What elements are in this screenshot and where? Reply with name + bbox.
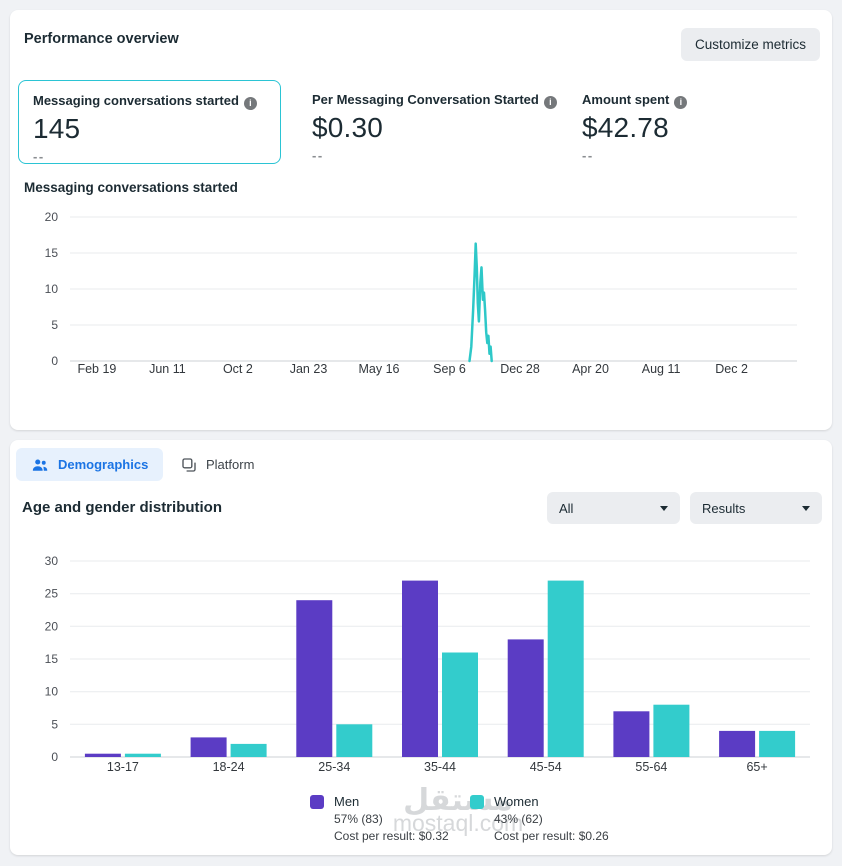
- svg-text:65+: 65+: [746, 760, 767, 774]
- chevron-down-icon: [660, 506, 668, 511]
- svg-text:May 16: May 16: [359, 362, 400, 376]
- svg-text:Dec 2: Dec 2: [715, 362, 748, 376]
- performance-overview-title: Performance overview: [24, 31, 179, 47]
- svg-text:Sep 6: Sep 6: [433, 362, 466, 376]
- men-color-swatch: [310, 795, 324, 809]
- customize-metrics-button[interactable]: Customize metrics: [681, 28, 820, 61]
- svg-text:Feb 19: Feb 19: [77, 362, 116, 376]
- svg-text:30: 30: [45, 554, 59, 568]
- svg-text:13-17: 13-17: [107, 760, 139, 774]
- metric-label: Per Messaging Conversation Started i: [312, 92, 557, 109]
- legend-label: Women: [494, 794, 609, 809]
- svg-text:55-64: 55-64: [635, 760, 667, 774]
- messaging-conversations-line-chart: 0 5 10 15 20 Feb 19 Jun 11 Oct 2 Jan 23 May 16 Sep…: [10, 206, 832, 391]
- svg-text:25: 25: [45, 587, 59, 601]
- svg-text:0: 0: [51, 354, 58, 368]
- legend-label: Men: [334, 794, 449, 809]
- svg-text:Dec 28: Dec 28: [500, 362, 540, 376]
- legend-share: 57% (83): [334, 812, 449, 826]
- svg-text:Apr 20: Apr 20: [572, 362, 609, 376]
- svg-text:0: 0: [51, 750, 58, 764]
- svg-text:25-34: 25-34: [318, 760, 350, 774]
- metric-value: $0.30: [312, 112, 557, 144]
- metric-label-text: Messaging conversations started: [33, 93, 239, 108]
- svg-text:5: 5: [51, 318, 58, 332]
- legend-cost: Cost per result: $0.26: [494, 829, 609, 843]
- metric-value: 145: [33, 113, 266, 145]
- legend-texts: Women 43% (62) Cost per result: $0.26: [494, 794, 609, 843]
- breakdown-card: Demographics Platform Age and gender dis…: [10, 440, 832, 855]
- svg-text:Oct 2: Oct 2: [223, 362, 253, 376]
- overlapping-squares-icon: [181, 457, 197, 473]
- metric-card-messaging-conversations[interactable]: Messaging conversations started i 145 --: [18, 80, 281, 164]
- svg-text:15: 15: [45, 652, 59, 666]
- svg-text:20: 20: [45, 619, 59, 633]
- metric-label: Amount spent i: [582, 92, 687, 109]
- tab-demographics[interactable]: Demographics: [16, 448, 163, 481]
- metric-label-text: Amount spent: [582, 92, 669, 107]
- dropdown-value: All: [559, 501, 573, 516]
- tab-platform[interactable]: Platform: [166, 448, 269, 481]
- svg-text:Jan 23: Jan 23: [290, 362, 328, 376]
- svg-text:18-24: 18-24: [213, 760, 245, 774]
- metric-card-per-conversation-cost[interactable]: Per Messaging Conversation Started i $0.3…: [298, 80, 571, 164]
- info-icon[interactable]: i: [674, 96, 687, 109]
- legend-texts: Men 57% (83) Cost per result: $0.32: [334, 794, 449, 843]
- legend-item-women: Women 43% (62) Cost per result: $0.26: [470, 794, 609, 843]
- age-gender-title: Age and gender distribution: [22, 499, 222, 516]
- gender-filter-dropdown[interactable]: All: [547, 492, 680, 524]
- people-icon: [31, 456, 49, 474]
- metric-filter-dropdown[interactable]: Results: [690, 492, 822, 524]
- svg-text:15: 15: [45, 246, 59, 260]
- tab-label: Demographics: [58, 457, 148, 472]
- dropdown-value: Results: [702, 501, 745, 516]
- metric-label: Messaging conversations started i: [33, 93, 266, 110]
- line-chart-title: Messaging conversations started: [24, 180, 238, 195]
- performance-overview-card: Performance overview Customize metrics M…: [10, 10, 832, 430]
- chevron-down-icon: [802, 506, 810, 511]
- svg-text:10: 10: [45, 282, 59, 296]
- metric-label-text: Per Messaging Conversation Started: [312, 92, 539, 107]
- info-icon[interactable]: i: [244, 97, 257, 110]
- svg-text:5: 5: [51, 717, 58, 731]
- svg-text:20: 20: [45, 210, 59, 224]
- svg-text:10: 10: [45, 685, 59, 699]
- metric-delta: --: [582, 148, 687, 163]
- info-icon[interactable]: i: [544, 96, 557, 109]
- svg-text:Aug 11: Aug 11: [642, 362, 681, 376]
- legend-item-men: Men 57% (83) Cost per result: $0.32: [310, 794, 449, 843]
- metric-value: $42.78: [582, 112, 687, 144]
- metric-delta: --: [33, 149, 266, 164]
- metric-delta: --: [312, 148, 557, 163]
- svg-text:35-44: 35-44: [424, 760, 456, 774]
- metric-card-amount-spent[interactable]: Amount spent i $42.78 --: [568, 80, 701, 164]
- legend-share: 43% (62): [494, 812, 609, 826]
- age-gender-bar-chart: 0 5 10 15 20 25 30 13-17 18-24 25-34 35-44 45-54 55-…: [10, 543, 832, 793]
- women-color-swatch: [470, 795, 484, 809]
- tab-label: Platform: [206, 457, 254, 472]
- svg-text:45-54: 45-54: [530, 760, 562, 774]
- svg-text:Jun 11: Jun 11: [149, 362, 186, 376]
- legend-cost: Cost per result: $0.32: [334, 829, 449, 843]
